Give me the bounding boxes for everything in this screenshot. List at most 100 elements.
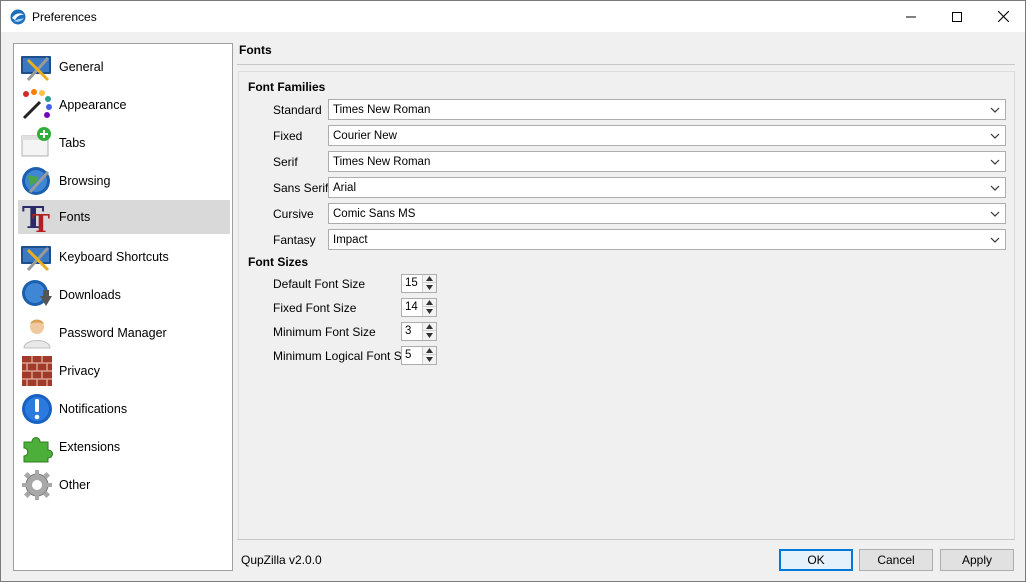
sidebar-item-label: Extensions bbox=[59, 440, 121, 454]
sans-serif-font-label: Sans Serif bbox=[273, 181, 329, 195]
qupzilla-logo-icon bbox=[10, 9, 26, 25]
version-label: QupZilla v2.0.0 bbox=[241, 553, 322, 567]
notifications-icon bbox=[22, 394, 52, 424]
fonts-icon: T T bbox=[22, 201, 50, 234]
minimum-font-size-label: Minimum Font Size bbox=[273, 325, 376, 339]
sidebar-item-label: Notifications bbox=[59, 402, 128, 416]
preferences-sidebar: General Appearance Tabs Browsing T T Fon… bbox=[13, 43, 233, 571]
increment-button[interactable] bbox=[423, 323, 436, 331]
fixed-font-value: Courier New bbox=[333, 129, 397, 142]
minimum-font-size-spinbox[interactable]: 3 bbox=[401, 322, 437, 341]
preferences-window: Preferences General Appearance Tabs Brow… bbox=[0, 0, 1026, 582]
cursive-font-label: Cursive bbox=[273, 207, 314, 221]
chevron-down-icon bbox=[426, 284, 433, 290]
minimize-button[interactable] bbox=[888, 1, 934, 32]
maximize-button[interactable] bbox=[934, 1, 980, 32]
fixed-font-select[interactable]: Courier New bbox=[328, 125, 1006, 146]
font-sizes-heading: Font Sizes bbox=[248, 255, 309, 269]
window-title: Preferences bbox=[32, 10, 97, 24]
default-font-size-spinbox[interactable]: 15 bbox=[401, 274, 437, 293]
cursive-font-select[interactable]: Comic Sans MS bbox=[328, 203, 1006, 224]
decrement-button[interactable] bbox=[423, 355, 436, 363]
password-manager-icon bbox=[23, 319, 51, 349]
decrement-button[interactable] bbox=[423, 307, 436, 315]
chevron-up-icon bbox=[426, 324, 433, 329]
other-icon bbox=[22, 470, 52, 500]
fantasy-font-label: Fantasy bbox=[273, 233, 316, 247]
sans-serif-font-value: Arial bbox=[333, 181, 357, 194]
cursive-font-value: Comic Sans MS bbox=[333, 207, 416, 220]
chevron-down-icon bbox=[990, 237, 1000, 243]
svg-text:T: T bbox=[32, 209, 50, 234]
chevron-down-icon bbox=[990, 133, 1000, 139]
chevron-up-icon bbox=[426, 300, 433, 305]
ok-button[interactable]: OK bbox=[779, 549, 853, 571]
browsing-icon bbox=[22, 167, 50, 195]
downloads-icon bbox=[22, 280, 52, 306]
sidebar-item-label: Other bbox=[59, 478, 91, 492]
sidebar-item-tabs[interactable]: Tabs bbox=[18, 126, 230, 160]
decrement-button[interactable] bbox=[423, 283, 436, 291]
minimize-icon bbox=[906, 16, 916, 17]
sidebar-item-label: Tabs bbox=[59, 136, 86, 150]
chevron-down-icon bbox=[990, 185, 1000, 191]
sans-serif-font-select[interactable]: Arial bbox=[328, 177, 1006, 198]
chevron-down-icon bbox=[990, 159, 1000, 165]
serif-font-select[interactable]: Times New Roman bbox=[328, 151, 1006, 172]
fixed-font-size-label: Fixed Font Size bbox=[273, 301, 357, 315]
chevron-down-icon bbox=[426, 332, 433, 338]
fixed-font-label: Fixed bbox=[273, 129, 303, 143]
chevron-down-icon bbox=[990, 107, 1000, 113]
sidebar-item-label: Fonts bbox=[59, 210, 91, 224]
sidebar-item-label: Keyboard Shortcuts bbox=[59, 250, 169, 264]
standard-font-select[interactable]: Times New Roman bbox=[328, 99, 1006, 120]
serif-font-value: Times New Roman bbox=[333, 155, 431, 168]
spinbox-buttons bbox=[422, 299, 436, 316]
extensions-icon bbox=[23, 437, 53, 463]
fantasy-font-value: Impact bbox=[333, 233, 368, 246]
sidebar-item-password-manager[interactable]: Password Manager bbox=[18, 316, 230, 350]
standard-font-label: Standard bbox=[273, 103, 322, 117]
appearance-icon bbox=[22, 89, 52, 120]
sidebar-item-label: Downloads bbox=[59, 288, 121, 302]
title-bar: Preferences bbox=[1, 1, 1025, 32]
close-button[interactable] bbox=[980, 1, 1026, 32]
sidebar-item-downloads[interactable]: Downloads bbox=[18, 278, 230, 312]
footer-divider bbox=[237, 539, 1015, 540]
sidebar-item-other[interactable]: Other bbox=[18, 468, 230, 502]
spinbox-buttons bbox=[422, 347, 436, 364]
tabs-icon bbox=[21, 127, 51, 157]
fixed-font-size-spinbox[interactable]: 14 bbox=[401, 298, 437, 317]
increment-button[interactable] bbox=[423, 299, 436, 307]
maximize-icon bbox=[952, 11, 962, 22]
default-font-size-label: Default Font Size bbox=[273, 277, 366, 291]
sidebar-item-label: Privacy bbox=[59, 364, 100, 378]
minimum-logical-font-size-label: Minimum Logical Font Size bbox=[273, 349, 418, 363]
sidebar-item-label: Appearance bbox=[59, 98, 127, 112]
minimum-font-size-value: 3 bbox=[405, 325, 412, 337]
sidebar-item-appearance[interactable]: Appearance bbox=[18, 88, 230, 122]
sidebar-item-extensions[interactable]: Extensions bbox=[18, 430, 230, 464]
page-title: Fonts bbox=[239, 43, 272, 57]
close-icon bbox=[997, 11, 1009, 22]
title-divider bbox=[237, 64, 1015, 65]
apply-button[interactable]: Apply bbox=[940, 549, 1014, 571]
increment-button[interactable] bbox=[423, 275, 436, 283]
minimum-logical-font-size-spinbox[interactable]: 5 bbox=[401, 346, 437, 365]
sidebar-item-keyboard-shortcuts[interactable]: Keyboard Shortcuts bbox=[18, 240, 230, 274]
sidebar-item-fonts[interactable]: T T Fonts bbox=[18, 200, 230, 234]
chevron-down-icon bbox=[990, 211, 1000, 217]
sidebar-item-label: Browsing bbox=[59, 174, 111, 188]
fantasy-font-select[interactable]: Impact bbox=[328, 229, 1006, 250]
general-icon bbox=[21, 56, 51, 82]
increment-button[interactable] bbox=[423, 347, 436, 355]
sidebar-item-privacy[interactable]: Privacy bbox=[18, 354, 230, 388]
sidebar-item-notifications[interactable]: Notifications bbox=[18, 392, 230, 426]
sidebar-item-browsing[interactable]: Browsing bbox=[18, 164, 230, 198]
chevron-down-icon bbox=[426, 308, 433, 314]
decrement-button[interactable] bbox=[423, 331, 436, 339]
default-font-size-value: 15 bbox=[405, 277, 418, 289]
sidebar-item-general[interactable]: General bbox=[18, 50, 230, 84]
sidebar-item-label: Password Manager bbox=[59, 326, 167, 340]
cancel-button[interactable]: Cancel bbox=[859, 549, 933, 571]
